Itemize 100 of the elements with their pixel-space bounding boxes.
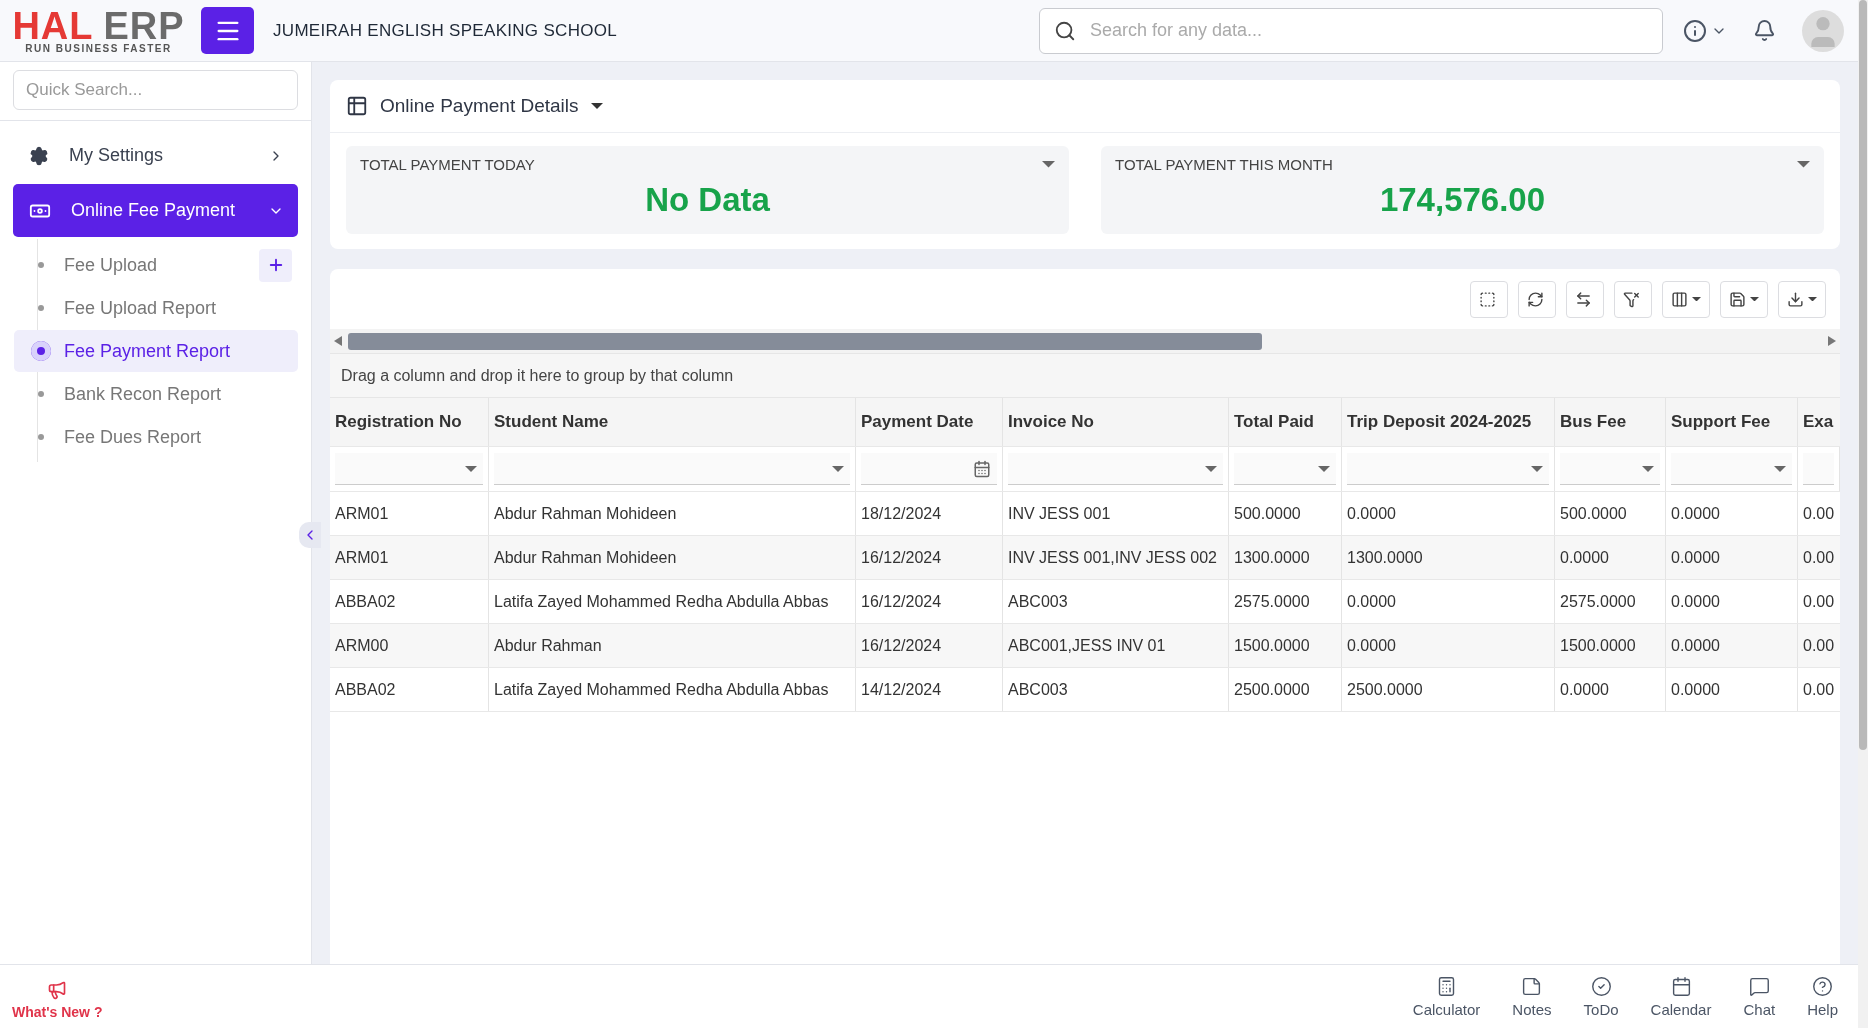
vertical-scrollbar[interactable] — [1858, 0, 1868, 1028]
caret-icon[interactable] — [465, 465, 477, 472]
add-button[interactable] — [259, 248, 292, 282]
table-cell: Latifa Zayed Mohammed Redha Abdulla Abbas — [489, 668, 856, 711]
clear-filter-button[interactable] — [1614, 280, 1652, 318]
stat-value: No Data — [645, 181, 770, 219]
footer-tool-button[interactable]: Chat — [1743, 975, 1776, 1018]
footer-tool-button[interactable]: Help — [1807, 975, 1838, 1018]
column-header[interactable]: Support Fee — [1666, 398, 1798, 446]
filter-field[interactable] — [494, 453, 850, 485]
table-cell: 0.0000 — [1555, 536, 1666, 579]
megaphone-icon — [47, 979, 68, 1000]
table-cell: 2575.0000 — [1555, 580, 1666, 623]
filter-field[interactable] — [335, 453, 483, 485]
caret-icon[interactable] — [1808, 296, 1817, 302]
notification-button[interactable] — [1753, 19, 1776, 42]
table-cell: 18/12/2024 — [856, 492, 1003, 535]
columns-icon — [1671, 290, 1688, 308]
table-cell: 1500.0000 — [1229, 624, 1342, 667]
sidebar-item[interactable]: Online Fee Payment — [13, 184, 298, 237]
table-cell: 0.0000 — [1666, 624, 1798, 667]
filter-field[interactable] — [1234, 453, 1336, 485]
table-cell: Abdur Rahman — [489, 624, 856, 667]
quick-search-field[interactable]: Quick Search... — [13, 70, 298, 110]
caret-icon[interactable] — [1692, 296, 1701, 302]
submenu-item[interactable]: Fee Upload Report — [14, 287, 298, 329]
table-cell: 0.0000 — [1666, 492, 1798, 535]
stat-label: TOTAL PAYMENT THIS MONTH — [1115, 156, 1333, 173]
caret-icon[interactable] — [590, 103, 603, 109]
column-header[interactable]: Registration No — [330, 398, 489, 446]
bell-icon — [1753, 19, 1776, 42]
caret-icon[interactable] — [832, 465, 844, 472]
submenu-item[interactable]: Fee Payment Report — [14, 330, 298, 372]
footer-tool-button[interactable]: Calculator — [1412, 975, 1481, 1018]
copy-button[interactable] — [1470, 280, 1508, 318]
filter-field[interactable] — [1347, 453, 1549, 485]
school-name: JUMEIRAH ENGLISH SPEAKING SCHOOL — [273, 20, 617, 41]
footer-tool-button[interactable]: Calendar — [1650, 975, 1712, 1018]
caret-icon[interactable] — [1318, 465, 1330, 472]
column-header[interactable]: Payment Date — [856, 398, 1003, 446]
submenu-item[interactable]: Fee Dues Report — [14, 416, 298, 458]
note-icon — [1521, 975, 1543, 997]
table-cell: 1500.0000 — [1555, 624, 1666, 667]
columns-button[interactable] — [1662, 280, 1710, 318]
table-cell: 500.0000 — [1555, 492, 1666, 535]
caret-icon[interactable] — [1642, 465, 1654, 472]
table-cell: ABC003 — [1003, 668, 1229, 711]
table-cell: 16/12/2024 — [856, 536, 1003, 579]
column-header[interactable]: Total Paid — [1229, 398, 1342, 446]
submenu-item[interactable]: Fee Upload — [14, 244, 298, 286]
scroll-right-icon[interactable] — [1828, 336, 1836, 346]
table-cell: 16/12/2024 — [856, 580, 1003, 623]
column-header[interactable]: Invoice No — [1003, 398, 1229, 446]
panel-title: Online Payment Details — [380, 95, 579, 117]
filter-field[interactable] — [1803, 453, 1834, 485]
menu-button[interactable] — [201, 7, 254, 54]
table-cell: ABBA02 — [330, 668, 489, 711]
table-cell: Abdur Rahman Mohideen — [489, 492, 856, 535]
table-cell: ABC003 — [1003, 580, 1229, 623]
submenu-item[interactable]: Bank Recon Report — [14, 373, 298, 415]
filter-field[interactable] — [1008, 453, 1223, 485]
search-field[interactable]: Search for any data... — [1088, 19, 1648, 42]
caret-icon[interactable] — [1750, 296, 1759, 302]
export-button[interactable] — [1778, 280, 1826, 318]
column-header[interactable]: Trip Deposit 2024-2025 — [1342, 398, 1555, 446]
scroll-left-icon[interactable] — [334, 336, 342, 346]
column-header[interactable]: Exa — [1798, 398, 1840, 446]
search-box[interactable]: Search for any data... — [1039, 7, 1663, 54]
horizontal-scrollbar[interactable] — [330, 329, 1840, 353]
table-cell: 0.0000 — [1666, 580, 1798, 623]
table-cell: 2500.0000 — [1229, 668, 1342, 711]
calendar-icon[interactable] — [973, 459, 991, 478]
search-icon — [1054, 19, 1076, 42]
table-cell: 0.0000 — [1666, 536, 1798, 579]
caret-icon[interactable] — [1531, 465, 1543, 472]
footer-tool-button[interactable]: Notes — [1512, 975, 1552, 1018]
calendar-icon — [1670, 975, 1692, 997]
filter-field[interactable] — [1560, 453, 1660, 485]
table-cell: ABBA02 — [330, 580, 489, 623]
caret-icon[interactable] — [1774, 465, 1786, 472]
download-icon — [1787, 290, 1804, 308]
chat-icon — [1748, 975, 1770, 997]
table-cell: 500.0000 — [1229, 492, 1342, 535]
table-cell: 14/12/2024 — [856, 668, 1003, 711]
help-icon — [1812, 975, 1834, 997]
filter-field[interactable] — [1671, 453, 1792, 485]
stat-label: TOTAL PAYMENT TODAY — [360, 156, 535, 173]
save-button[interactable] — [1720, 280, 1768, 318]
refresh-button[interactable] — [1518, 280, 1556, 318]
whats-new-link[interactable]: What's New ? — [12, 979, 103, 1020]
collapse-sidebar-button[interactable] — [299, 522, 321, 548]
swap-button[interactable] — [1566, 280, 1604, 318]
column-header[interactable]: Bus Fee — [1555, 398, 1666, 446]
copy-icon — [1479, 290, 1496, 308]
date-filter-field[interactable] — [861, 453, 997, 485]
sidebar-item[interactable]: My Settings — [13, 129, 298, 182]
column-header[interactable]: Student Name — [489, 398, 856, 446]
save-icon — [1729, 290, 1746, 308]
footer-tool-button[interactable]: ToDo — [1583, 975, 1619, 1018]
caret-icon[interactable] — [1205, 465, 1217, 472]
